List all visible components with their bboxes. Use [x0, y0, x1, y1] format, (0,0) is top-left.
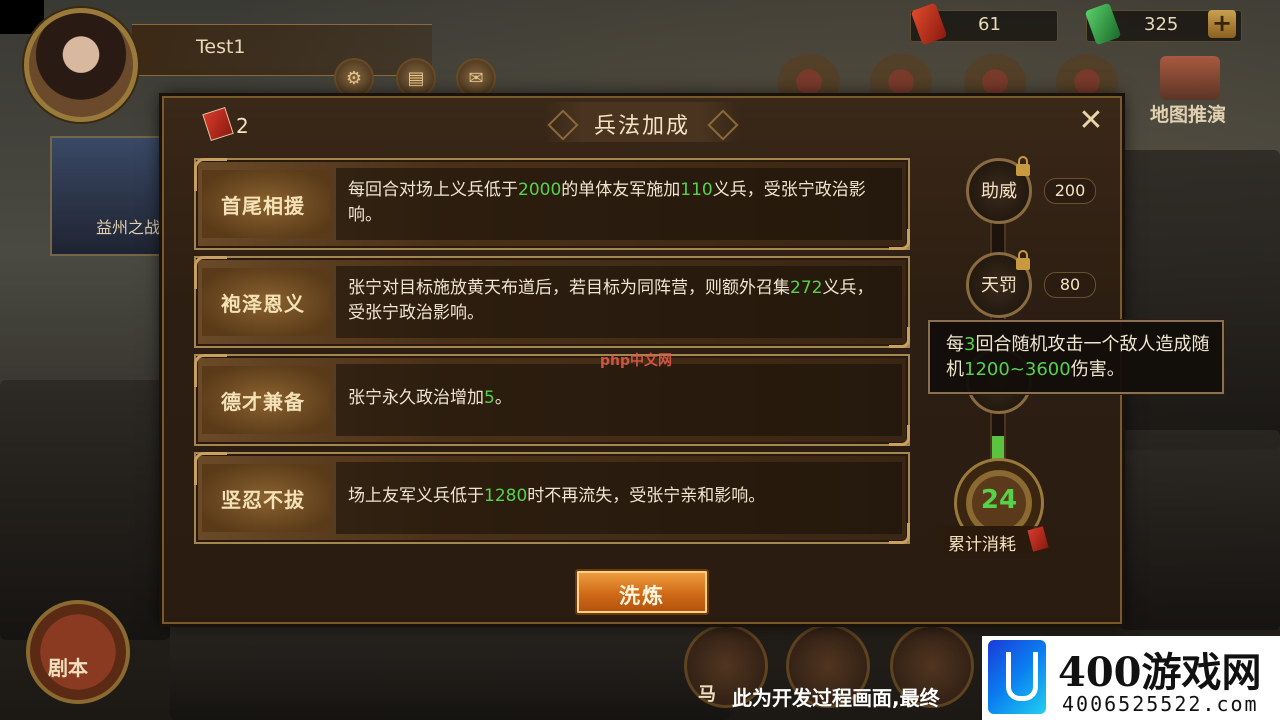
close-button[interactable]: ✕ — [1076, 106, 1106, 136]
skill-desc-box: 场上友军义兵低于1280时不再流失，受张宁亲和影响。 — [336, 462, 902, 534]
chest-icon[interactable]: ▤ — [396, 58, 436, 98]
add-resource-button[interactable]: + — [1208, 10, 1236, 38]
stage-card[interactable] — [50, 136, 170, 256]
brand-phone: 4006525522.com — [1062, 692, 1259, 716]
map-scroll-icon[interactable] — [1160, 56, 1220, 100]
red-book-icon — [202, 106, 234, 142]
skill-tooltip: 每3回合随机攻击一个敌人造成随机1200~3600伤害。 — [928, 320, 1224, 394]
lock-icon — [1016, 156, 1030, 176]
resource-red-value: 61 — [978, 14, 1001, 35]
brand-name: 400游戏网 — [1058, 649, 1262, 696]
total-cost-value: 24 — [980, 485, 1018, 515]
tip-value: 1200~3600 — [964, 359, 1071, 380]
desc-text: 的单体友军施加 — [561, 180, 681, 200]
script-label: 剧本 — [48, 656, 88, 680]
desc-text: 张宁对目标施放黄天布道后，若目标为同阵营，则额外召集 — [348, 278, 790, 298]
tier-cost: 200 — [1044, 178, 1096, 204]
skill-row[interactable]: 德才兼备 张宁永久政治增加5。 — [194, 354, 910, 446]
desc-value: 5 — [484, 388, 495, 408]
brand-watermark: 400游戏网 4006525522.com — [982, 636, 1280, 720]
tier-label: 天罚 — [981, 275, 1017, 296]
skill-desc-box: 张宁对目标施放黄天布道后，若目标为同阵营，则额外召集272义兵，受张宁政治影响。 — [336, 266, 902, 338]
desc-text: 每回合对场上义兵低于 — [348, 180, 518, 200]
desc-value: 110 — [680, 180, 713, 200]
skill-row[interactable]: 坚忍不拔 场上友军义兵低于1280时不再流失，受张宁亲和影响。 — [194, 452, 910, 544]
brand-logo-icon — [988, 640, 1046, 714]
background-roof — [170, 620, 730, 720]
skill-description: 张宁对目标施放黄天布道后，若目标为同阵营，则额外召集272义兵，受张宁政治影响。 — [348, 276, 888, 326]
skill-name: 德才兼备 — [221, 390, 305, 414]
ornament-corner — [194, 354, 227, 387]
stage-card-label: 益州之战 — [96, 218, 161, 237]
player-name-bar — [132, 24, 432, 76]
skill-description: 每回合对场上义兵低于2000的单体友军施加110义兵，受张宁政治影响。 — [348, 178, 888, 228]
skill-name: 袍泽恩义 — [221, 292, 305, 316]
refine-button[interactable]: 洗炼 — [575, 569, 709, 615]
tooltip-text: 每3回合随机攻击一个敌人造成随机1200~3600伤害。 — [946, 332, 1212, 382]
ornament-corner — [194, 256, 227, 289]
background-roof — [1120, 430, 1280, 630]
skill-name: 坚忍不拔 — [221, 488, 305, 512]
desc-value: 1280 — [484, 486, 528, 506]
php-watermark: php中文网 — [600, 353, 673, 369]
tier-label: 助威 — [981, 181, 1017, 202]
lock-icon — [1016, 250, 1030, 270]
ornament-corner — [194, 158, 227, 191]
skill-description: 场上友军义兵低于1280时不再流失，受张宁亲和影响。 — [348, 484, 888, 509]
refine-label: 洗炼 — [619, 584, 665, 608]
resource-green-value: 325 — [1144, 14, 1179, 35]
map-label[interactable]: 地图推演 — [1150, 100, 1226, 127]
desc-text: 场上友军义兵低于 — [348, 486, 484, 506]
skill-row[interactable]: 首尾相援 每回合对场上义兵低于2000的单体友军施加110义兵，受张宁政治影响。 — [194, 158, 910, 250]
player-name: Test1 — [196, 36, 246, 58]
player-avatar[interactable] — [24, 8, 138, 122]
book-count: 2 — [236, 114, 249, 138]
background-roof — [1100, 150, 1280, 450]
desc-value: 2000 — [518, 180, 562, 200]
ornament-corner — [194, 452, 227, 485]
tip-text: 伤害。 — [1070, 359, 1125, 380]
skill-desc-box: 张宁永久政治增加5。 — [336, 364, 902, 436]
total-cost-label: 累计消耗 — [948, 535, 1016, 555]
skill-desc-box: 每回合对场上义兵低于2000的单体友军施加110义兵，受张宁政治影响。 — [336, 168, 902, 240]
desc-text: 时不再流失，受张宁亲和影响。 — [527, 486, 766, 506]
desc-text: 张宁永久政治增加 — [348, 388, 484, 408]
skill-row[interactable]: 袍泽恩义 张宁对目标施放黄天布道后，若目标为同阵营，则额外召集272义兵，受张宁… — [194, 256, 910, 348]
dev-caption: 此为开发过程画面,最终 — [732, 686, 940, 710]
mail-icon[interactable]: ✉ — [456, 58, 496, 98]
dialog-title-banner: 兵法加成 — [544, 102, 740, 142]
bottom-icon-label: 马 — [698, 684, 716, 705]
desc-value: 272 — [790, 278, 823, 298]
tip-text: 每 — [946, 334, 964, 355]
skill-name: 首尾相援 — [221, 194, 305, 218]
desc-text: 。 — [494, 388, 512, 408]
tip-value: 3 — [964, 334, 976, 355]
settings-gear-icon[interactable]: ⚙ — [334, 58, 374, 98]
skill-description: 张宁永久政治增加5。 — [348, 386, 888, 411]
tier-cost: 80 — [1044, 272, 1096, 298]
